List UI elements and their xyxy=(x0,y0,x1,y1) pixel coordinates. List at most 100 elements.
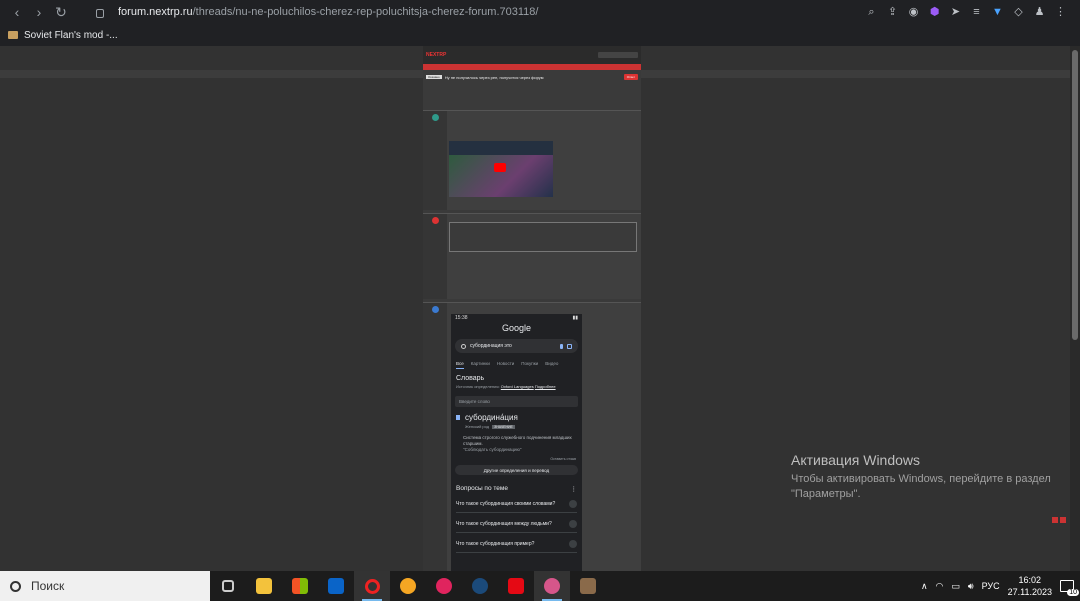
tab-news[interactable]: Новости xyxy=(497,361,514,369)
app-window-button[interactable] xyxy=(570,571,606,601)
word-definition: Система строгого служебного подчинения м… xyxy=(451,431,582,453)
tab-shopping[interactable]: Покупки xyxy=(521,361,538,369)
mic-icon[interactable] xyxy=(560,343,563,349)
address-bar[interactable]: forum.nextrp.ru /threads/nu-ne-poluchilo… xyxy=(96,6,866,18)
word-text: субордина́ция xyxy=(465,413,518,422)
dictionary-title: Словарь xyxy=(456,375,485,382)
google-screenshot: 15:38 ▮▮ Google субординация это Все Кар… xyxy=(451,314,582,571)
steam-icon xyxy=(472,578,488,594)
scroll-up-button[interactable] xyxy=(1052,517,1058,523)
source-link[interactable]: Oxford Languages xyxy=(501,384,534,389)
taskbar-apps xyxy=(210,571,606,601)
google-logo: Google xyxy=(501,323,532,333)
question-text: Что такое субординация своими словами? xyxy=(456,501,556,507)
tab-all[interactable]: Все xyxy=(456,361,464,369)
discord-icon xyxy=(544,578,560,594)
store-button[interactable] xyxy=(282,571,318,601)
share-icon[interactable]: ⇪ xyxy=(887,6,898,18)
page-scrollbar[interactable] xyxy=(1070,46,1080,571)
google-search-input[interactable]: субординация это xyxy=(455,339,578,353)
lens-icon[interactable] xyxy=(567,343,572,349)
cart-icon[interactable]: ▼ xyxy=(992,6,1003,18)
gender-label: Женский род xyxy=(465,424,490,429)
dictionary-source: Источник определения: Oxford Languages П… xyxy=(451,382,582,391)
video-thumbnail xyxy=(449,155,553,197)
clock[interactable]: 16:02 27.11.2023 xyxy=(1008,574,1052,598)
more-link[interactable]: Подробнее xyxy=(535,384,556,389)
profile-icon[interactable]: ♟ xyxy=(1034,6,1045,18)
chevron-down-icon xyxy=(569,540,577,548)
avatar[interactable] xyxy=(431,306,439,313)
reload-button[interactable]: ↻ xyxy=(50,1,72,23)
back-button[interactable]: ‹ xyxy=(6,1,28,23)
search-query: субординация это xyxy=(470,343,512,349)
breadcrumb xyxy=(423,84,641,88)
feedback-link[interactable]: Оставить отзыв xyxy=(451,453,582,461)
language-indicator[interactable]: РУС xyxy=(982,581,1000,591)
speaker-icon[interactable] xyxy=(456,415,460,420)
camera-icon[interactable]: ◉ xyxy=(908,6,919,18)
opera-icon xyxy=(364,578,380,594)
phone-status-bar: 15:38 ▮▮ xyxy=(451,314,582,321)
thread-status-tag: Оказано xyxy=(426,75,442,79)
volume-icon[interactable]: 🔊︎ xyxy=(968,581,974,592)
cube-icon[interactable]: ◇ xyxy=(1013,6,1024,18)
steam-button[interactable] xyxy=(462,571,498,601)
forum-post xyxy=(423,213,641,299)
taskbar-search[interactable]: Поиск xyxy=(0,571,210,601)
timer-button[interactable] xyxy=(390,571,426,601)
url-path: /threads/nu-ne-poluchilos-cherez-rep-pol… xyxy=(192,6,539,18)
search-icon xyxy=(10,580,21,592)
word-grammar: Женский род ЗНАЧЕНИЕ xyxy=(451,422,582,431)
netflix-icon xyxy=(508,578,524,594)
bookmarks-bar: Soviet Flan's mod -... xyxy=(0,24,1080,46)
shield-icon[interactable]: ⬢ xyxy=(929,6,940,18)
forum-logo[interactable]: NEXTRP xyxy=(426,52,446,58)
taskbar: Поиск ∧ ◠ ▭ 🔊︎ РУС 16:02 27.11.2023 10 xyxy=(0,571,1080,601)
scroll-down-button[interactable] xyxy=(1060,517,1066,523)
avatar[interactable] xyxy=(431,114,439,121)
task-view-button[interactable] xyxy=(210,571,246,601)
avatar[interactable] xyxy=(431,217,439,224)
send-icon[interactable]: ➤ xyxy=(950,6,961,18)
opera-button[interactable] xyxy=(354,571,390,601)
chevron-up-icon[interactable]: ∧ xyxy=(921,581,928,592)
related-question[interactable]: Что такое субординация между людьми? xyxy=(456,513,577,533)
forward-button[interactable]: › xyxy=(28,1,50,23)
explorer-button[interactable] xyxy=(246,571,282,601)
more-definitions-button[interactable]: Другие определения и перевод xyxy=(455,465,578,475)
mail-button[interactable] xyxy=(318,571,354,601)
related-questions-title: Вопросы по теме xyxy=(456,485,508,492)
source-prefix: Источник определения: xyxy=(456,384,500,389)
tab-images[interactable]: Картинки xyxy=(471,361,490,369)
app-window-icon xyxy=(580,578,596,594)
forum-search-input[interactable] xyxy=(598,52,638,58)
playlist-icon[interactable]: ≡ xyxy=(971,6,982,18)
media-button[interactable] xyxy=(426,571,462,601)
notification-icon[interactable]: 10 xyxy=(1060,580,1079,596)
menu-icon[interactable]: ⋮ xyxy=(1055,6,1066,18)
discord-button[interactable] xyxy=(534,571,570,601)
question-text: Что такое субординация пример? xyxy=(456,541,535,547)
wifi-icon[interactable]: ◠ xyxy=(936,581,944,592)
browser-chrome: ‹ › ↻ forum.nextrp.ru /threads/nu-ne-pol… xyxy=(0,0,1080,46)
play-icon[interactable] xyxy=(494,163,506,172)
related-questions-header: Вопросы по теме ⋮ xyxy=(451,475,582,493)
dictionary-input[interactable]: Введите слово xyxy=(455,396,578,407)
mail-icon xyxy=(328,578,344,594)
search-icon[interactable]: ⌕ xyxy=(866,6,877,18)
scrollbar-thumb[interactable] xyxy=(1072,50,1078,340)
reply-button[interactable]: Ответ xyxy=(623,74,638,80)
chevron-down-icon xyxy=(569,500,577,508)
forum-post xyxy=(423,110,641,210)
related-question[interactable]: Что такое субординация своими словами? xyxy=(456,493,577,513)
netflix-button[interactable] xyxy=(498,571,534,601)
more-icon[interactable]: ⋮ xyxy=(571,485,578,493)
bookmark-item[interactable]: Soviet Flan's mod -... xyxy=(24,30,118,41)
play-icon xyxy=(436,578,452,594)
chevron-down-icon xyxy=(569,520,577,528)
battery-icon[interactable]: ▭ xyxy=(951,581,960,592)
tab-video[interactable]: Видео xyxy=(545,361,558,369)
youtube-embed[interactable] xyxy=(449,141,553,197)
related-question[interactable]: Что такое субординация пример? xyxy=(456,533,577,553)
